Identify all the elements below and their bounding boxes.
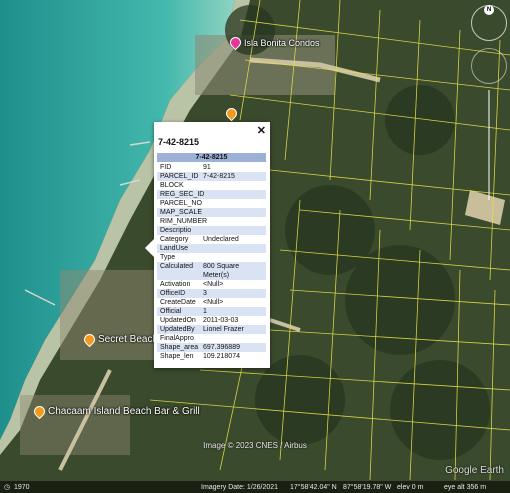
place-marker[interactable]: Chacaam Island Beach Bar & Grill <box>31 403 200 420</box>
location-pin-icon <box>227 34 244 51</box>
table-row: UpdatedOn 2011-03-03 <box>157 316 266 325</box>
historical-imagery-icon[interactable]: ◷ <box>4 483 10 491</box>
attribute-name: Official <box>160 308 182 315</box>
attribute-name: Activation <box>160 281 191 288</box>
location-pin-icon <box>31 403 48 420</box>
parcel-info-popup: 7-42-8215 ✕ 7-42-8215 FID 91 PARCEL_ID 7-42… <box>145 122 270 368</box>
close-icon[interactable]: ✕ <box>257 124 266 137</box>
table-row: FinalAppro <box>157 334 266 343</box>
longitude-readout: 87°58'19.78" W <box>343 483 392 491</box>
attribute-table: FID 91 PARCEL_ID 7-42-8215 BLOCK REG_SEC_ID PA… <box>157 163 266 361</box>
attribute-value: Lionel Frazer <box>203 326 244 333</box>
zoom-slider[interactable] <box>488 90 490 200</box>
table-row: Shape_len 109.218074 <box>157 352 266 361</box>
table-row: LandUse <box>157 244 266 253</box>
table-row: UpdatedBy Lionel Frazer <box>157 325 266 334</box>
attribute-name: CreateDate <box>160 299 196 306</box>
table-row: FID 91 <box>157 163 266 172</box>
attribute-value: Undeclared <box>203 236 239 243</box>
attribute-name: UpdatedOn <box>160 317 196 324</box>
attribute-value: 1 <box>203 308 207 315</box>
look-control[interactable] <box>471 48 507 84</box>
attribute-value: 2011-03-03 <box>203 317 239 324</box>
table-row: Category Undeclared <box>157 235 266 244</box>
eye-altitude-readout: eye alt 356 m <box>444 483 487 491</box>
table-row: REG_SEC_ID <box>157 190 266 199</box>
attribute-name: FID <box>160 164 172 171</box>
attribute-value: 91 <box>203 164 211 171</box>
north-indicator[interactable]: N <box>484 5 494 15</box>
table-row: OfficeID 3 <box>157 289 266 298</box>
location-pin-icon <box>81 331 98 348</box>
attribute-value: 697.396889 <box>203 344 240 351</box>
attribute-name: Shape_area <box>160 344 199 351</box>
attribute-name: Shape_len <box>160 353 194 360</box>
historical-year: 1970 <box>14 483 30 491</box>
table-row: BLOCK <box>157 181 266 190</box>
place-marker[interactable]: Isla Bonita Condos <box>227 34 320 51</box>
table-row: Activation <Null> <box>157 280 266 289</box>
attribute-value <box>203 226 266 235</box>
location-pin-icon <box>223 105 240 122</box>
attribute-value: 109.218074 <box>203 353 240 360</box>
attribute-name: FinalAppro <box>160 335 194 342</box>
attribute-name: OfficeID <box>160 290 186 297</box>
latitude-readout: 17°58'42.04" N <box>290 483 337 491</box>
attribute-value <box>203 253 266 262</box>
attribute-name: Calculated <box>160 263 194 270</box>
attribute-value <box>203 190 266 199</box>
table-row: Calculated 800 Square Meter(s) <box>157 262 266 280</box>
table-row: Shape_area 697.396889 <box>157 343 266 352</box>
imagery-credit: Image © 2023 CNES / Airbus <box>203 441 307 450</box>
attribute-name: Category <box>160 236 189 243</box>
table-row: PARCEL_ID 7-42-8215 <box>157 172 266 181</box>
attribute-value <box>203 181 266 190</box>
attribute-value <box>203 244 266 253</box>
attribute-name: Type <box>160 254 176 261</box>
table-row: Type <box>157 253 266 262</box>
table-row: PARCEL_NO <box>157 199 266 208</box>
table-row: Descriptio <box>157 226 266 235</box>
google-earth-logo: Google Earth <box>445 465 504 476</box>
attribute-name: UpdatedBy <box>160 326 195 333</box>
attribute-name: MAP_SCALE <box>160 209 203 216</box>
imagery-date: Imagery Date: 1/26/2021 <box>201 483 279 491</box>
popup-title: 7-42-8215 <box>158 137 200 147</box>
attribute-value: <Null> <box>203 299 224 306</box>
attribute-value <box>203 217 266 226</box>
elevation-readout: elev 0 m <box>397 483 424 491</box>
attribute-value <box>203 199 266 208</box>
attribute-value: <Null> <box>203 281 224 288</box>
attribute-name: RIM_NUMBER <box>160 218 208 225</box>
table-row: CreateDate <Null> <box>157 298 266 307</box>
attribute-value: 800 Square Meter(s) <box>203 263 240 279</box>
attribute-name: PARCEL_ID <box>160 173 199 180</box>
table-row: Official 1 <box>157 307 266 316</box>
place-marker[interactable] <box>223 105 240 122</box>
compass-control[interactable]: N <box>471 5 507 41</box>
attribute-name: REG_SEC_ID <box>160 191 205 198</box>
status-bar: ◷ 1970 Imagery Date: 1/26/2021 17°58'42.… <box>0 481 510 493</box>
attribute-value: 7-42-8215 <box>203 173 235 180</box>
attribute-value <box>203 334 266 343</box>
attribute-name: Descriptio <box>160 227 192 234</box>
table-header: 7-42-8215 <box>157 153 266 162</box>
attribute-name: BLOCK <box>160 182 184 189</box>
attribute-name: LandUse <box>160 245 189 252</box>
table-row: RIM_NUMBER <box>157 217 266 226</box>
attribute-name: PARCEL_NO <box>160 200 202 207</box>
table-row: MAP_SCALE <box>157 208 266 217</box>
attribute-value: 3 <box>203 290 207 297</box>
attribute-value <box>203 208 266 217</box>
